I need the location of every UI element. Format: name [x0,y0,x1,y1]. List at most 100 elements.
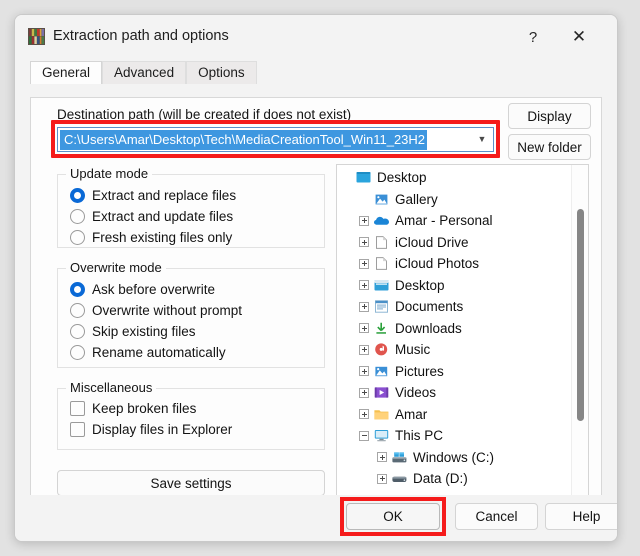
tree-item[interactable]: Desktop [337,167,571,189]
expand-plus-icon[interactable] [377,452,387,463]
update-mode-group: Update mode Extract and replace files Ex… [57,166,325,248]
radio-indicator [70,209,85,224]
file-icon [376,257,387,271]
help-button[interactable]: Help [545,503,617,530]
expand-plus-icon[interactable] [359,258,369,269]
radio-overwrite-without-prompt[interactable]: Overwrite without prompt [70,303,242,318]
option-label: Display files in Explorer [92,422,233,437]
option-label: Ask before overwrite [92,282,216,297]
destination-path-value[interactable]: C:\Users\Amar\Desktop\Tech\MediaCreation… [60,129,428,150]
tree-item[interactable]: iCloud Drive [337,232,571,254]
expand-plus-icon[interactable] [359,344,369,355]
checkbox-keep-broken-files[interactable]: Keep broken files [70,401,196,416]
tree-item[interactable]: Documents [337,296,571,318]
option-label: Rename automatically [92,345,226,360]
expand-plus-icon[interactable] [359,366,369,377]
tree-item[interactable]: Amar [337,404,571,426]
tree-item[interactable]: Data (D:) [337,468,571,490]
tree-item[interactable]: Desktop [337,275,571,297]
option-label: Skip existing files [92,324,196,339]
tree-item[interactable]: Windows (C:) [337,447,571,469]
screen: Extraction path and options ? ✕ General A… [0,0,640,556]
tree-scrollbar-thumb[interactable] [577,209,584,421]
windows-drive-icon [392,452,407,463]
tree-item[interactable]: Gallery [337,189,571,211]
overwrite-mode-title: Overwrite mode [66,260,166,275]
radio-extract-and-update-files[interactable]: Extract and update files [70,209,233,224]
expand-plus-icon[interactable] [377,473,387,484]
tree-item-label: iCloud Photos [395,256,480,272]
expand-plus-icon[interactable] [359,237,369,248]
file-icon [376,235,387,249]
tree-item-label: Documents [395,299,464,315]
tree-item[interactable]: Pictures [337,361,571,383]
tree-item-label: Videos [395,385,437,401]
general-tab-panel: Destination path (will be created if doe… [30,97,602,527]
new-folder-button[interactable]: New folder [508,134,591,160]
display-button[interactable]: Display [508,103,591,129]
radio-indicator [70,345,85,360]
tree-item-label: Desktop [395,277,445,293]
option-label: Extract and update files [92,209,234,224]
radio-indicator [70,303,85,318]
folder-tree-list: Desktop Gallery Amar - Personal iCloud Driv… [337,167,571,495]
tab-general[interactable]: General [30,61,103,84]
winrar-books-icon [28,28,45,45]
tree-item-label: Desktop [377,170,427,186]
tree-item-label: This PC [395,428,444,444]
expand-plus-icon[interactable] [359,215,369,226]
documents-icon [375,300,388,313]
desktop-icon [356,172,371,183]
expand-plus-icon[interactable] [359,409,369,420]
tree-item[interactable]: Music [337,339,571,361]
collapse-minus-icon[interactable] [359,430,369,441]
cancel-button[interactable]: Cancel [455,503,538,530]
folder-tree-view[interactable]: Desktop Gallery Amar - Personal iCloud Driv… [336,164,589,496]
tree-item[interactable]: iCloud Photos [337,253,571,275]
tree-item-label: Music [395,342,431,358]
expand-plus-icon[interactable] [359,280,369,291]
radio-ask-before-overwrite[interactable]: Ask before overwrite [70,282,215,297]
tree-item[interactable]: Downloads [337,318,571,340]
option-label: Fresh existing files only [92,230,233,245]
radio-extract-and-replace-files[interactable]: Extract and replace files [70,188,236,203]
miscellaneous-title: Miscellaneous [66,380,157,395]
radio-indicator [70,282,85,297]
radio-indicator [70,324,85,339]
radio-indicator [70,230,85,245]
music-icon [375,343,388,356]
tree-scrollbar-track[interactable] [571,165,588,495]
tree-item-label: Windows (C:) [413,449,495,465]
tree-item-label: Amar - Personal [395,213,493,229]
option-label: Overwrite without prompt [92,303,243,318]
tree-item-label: Amar [395,406,428,422]
window-title: Extraction path and options [53,28,229,44]
tab-options[interactable]: Options [186,61,257,84]
thispc-icon [374,430,389,442]
tree-item[interactable]: This PC [337,425,571,447]
downloads-icon [376,322,386,334]
chevron-down-icon[interactable]: ▼ [471,135,493,144]
radio-rename-automatically[interactable]: Rename automatically [70,345,226,360]
option-label: Keep broken files [92,401,197,416]
expand-plus-icon[interactable] [359,301,369,312]
checkbox-indicator [70,422,85,437]
checkbox-display-files-in-explorer[interactable]: Display files in Explorer [70,422,232,437]
tree-item-label: Gallery [395,191,438,207]
pictures-icon [374,365,388,377]
expand-plus-icon[interactable] [359,323,369,334]
expand-plus-icon[interactable] [359,387,369,398]
tab-advanced[interactable]: Advanced [102,61,187,84]
radio-indicator [70,188,85,203]
radio-skip-existing-files[interactable]: Skip existing files [70,324,196,339]
gallery-icon [375,193,388,205]
close-icon[interactable]: ✕ [561,23,597,51]
destination-path-combobox[interactable]: C:\Users\Amar\Desktop\Tech\MediaCreation… [57,127,494,152]
help-titlebar-icon[interactable]: ? [515,23,551,51]
tree-item[interactable]: Amar - Personal [337,210,571,232]
tree-item[interactable]: Videos [337,382,571,404]
save-settings-button[interactable]: Save settings [57,470,325,496]
overwrite-mode-group: Overwrite mode Ask before overwrite Over… [57,260,325,368]
radio-fresh-existing-files-only[interactable]: Fresh existing files only [70,230,232,245]
ok-button[interactable]: OK [346,503,440,530]
